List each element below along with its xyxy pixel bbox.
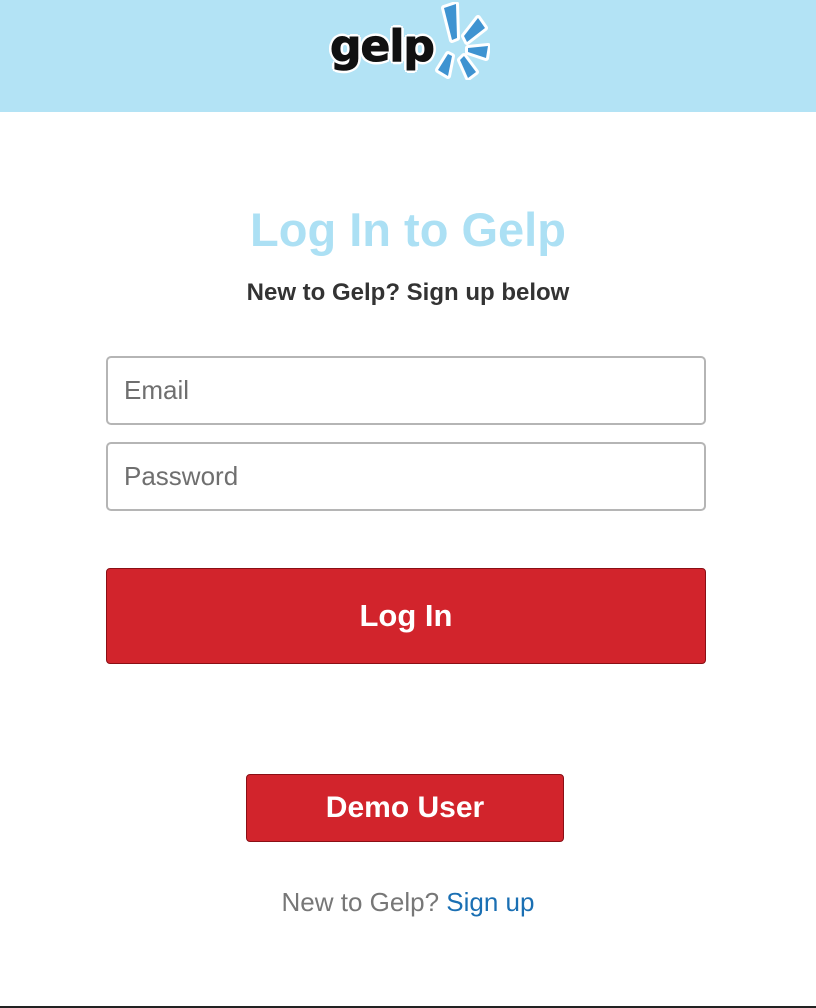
burst-icon xyxy=(435,2,490,80)
password-input[interactable] xyxy=(106,442,706,511)
signup-prompt-text: New to Gelp? xyxy=(281,887,440,917)
login-page: gelp Log In to Gelp New to Gelp? Sign up… xyxy=(0,0,816,1008)
gelp-logo[interactable]: gelp xyxy=(326,2,490,84)
signup-link[interactable]: Sign up xyxy=(446,887,534,917)
signup-prompt-line: New to Gelp? Sign up xyxy=(0,884,816,920)
page-subtitle: New to Gelp? Sign up below xyxy=(246,279,570,306)
logo-text: gelp xyxy=(330,21,436,72)
email-input[interactable] xyxy=(106,356,706,425)
demo-user-button[interactable]: Demo User xyxy=(246,774,564,842)
page-title: Log In to Gelp xyxy=(250,203,566,256)
header-bar: gelp xyxy=(0,0,816,112)
login-button[interactable]: Log In xyxy=(106,568,706,664)
